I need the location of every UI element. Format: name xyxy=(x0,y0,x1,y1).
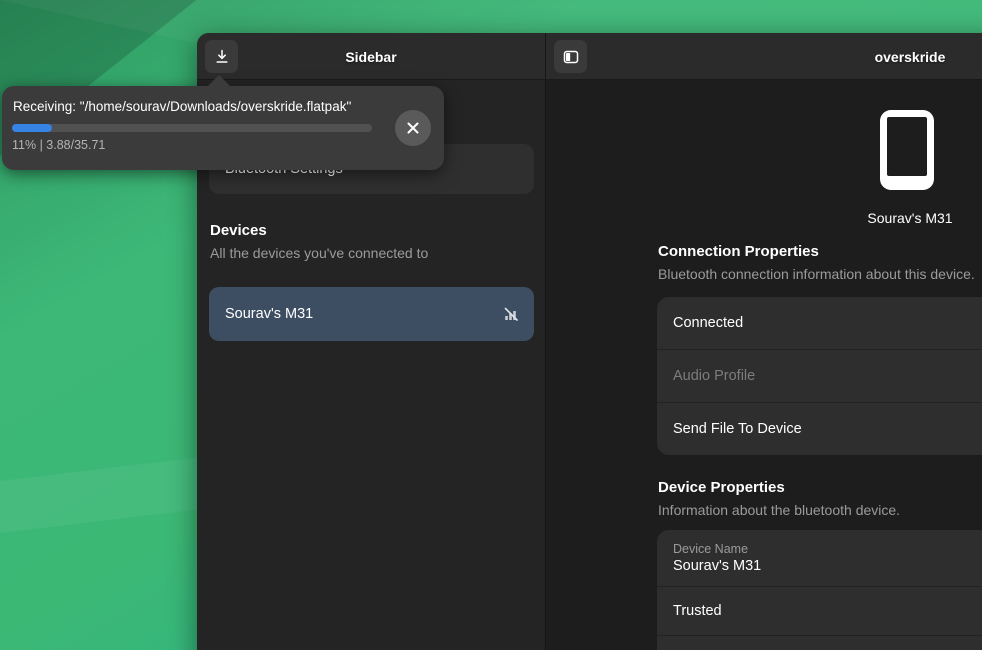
devices-header: Devices xyxy=(210,222,267,239)
device-properties-header: Device Properties xyxy=(658,479,785,496)
sidebar-title: Sidebar xyxy=(197,33,545,80)
row-audio-profile-label: Audio Profile xyxy=(673,368,755,384)
progress-fill xyxy=(12,124,52,132)
main-headerbar: overskride xyxy=(546,33,982,80)
receive-progress-popover: Receiving: "/home/sourav/Downloads/overs… xyxy=(2,86,444,170)
progress-bar xyxy=(12,124,372,132)
row-connected[interactable]: Connected xyxy=(657,297,982,349)
main-pane: overskride Sourav's M31 Connection Prope… xyxy=(546,33,982,650)
toast-status: 11% | 3.88/35.71 xyxy=(12,138,105,152)
app-title: overskride xyxy=(546,33,982,80)
close-icon xyxy=(406,121,420,135)
row-trusted[interactable]: Trusted xyxy=(657,587,982,635)
connection-properties-subtitle: Bluetooth connection information about t… xyxy=(658,266,975,282)
sidebar-headerbar: Sidebar xyxy=(197,33,545,80)
toast-title: Receiving: "/home/sourav/Downloads/overs… xyxy=(13,99,393,114)
device-properties-subtitle: Information about the bluetooth device. xyxy=(658,502,900,518)
row-connected-label: Connected xyxy=(673,315,743,331)
row-partial[interactable] xyxy=(657,636,982,650)
download-icon xyxy=(214,49,230,65)
row-send-file-label: Send File To Device xyxy=(673,421,802,437)
device-properties-card: Device Name Sourav's M31 Trusted xyxy=(657,530,982,650)
devices-subtitle: All the devices you've connected to xyxy=(210,245,428,261)
close-button[interactable] xyxy=(395,110,431,146)
hero-device-name: Sourav's M31 xyxy=(546,210,982,226)
device-name-value: Sourav's M31 xyxy=(673,558,761,574)
receive-files-button[interactable] xyxy=(205,40,238,73)
row-send-file-to-device[interactable]: Send File To Device xyxy=(657,403,982,455)
device-row-label: Sourav's M31 xyxy=(225,306,313,322)
signal-strength-none-icon xyxy=(502,305,520,323)
connection-properties-card: Connected Audio Profile Send File To Dev… xyxy=(657,297,982,455)
row-audio-profile[interactable]: Audio Profile xyxy=(657,350,982,402)
device-row-souravs-m31[interactable]: Sourav's M31 xyxy=(209,287,534,341)
device-name-label: Device Name xyxy=(673,542,748,556)
row-device-name[interactable]: Device Name Sourav's M31 xyxy=(657,530,982,586)
connection-properties-header: Connection Properties xyxy=(658,243,819,260)
row-trusted-label: Trusted xyxy=(673,603,722,619)
popover-arrow xyxy=(208,75,230,86)
sidebar-toggle-icon xyxy=(563,49,579,65)
phone-icon xyxy=(880,110,934,190)
toggle-sidebar-button[interactable] xyxy=(554,40,587,73)
